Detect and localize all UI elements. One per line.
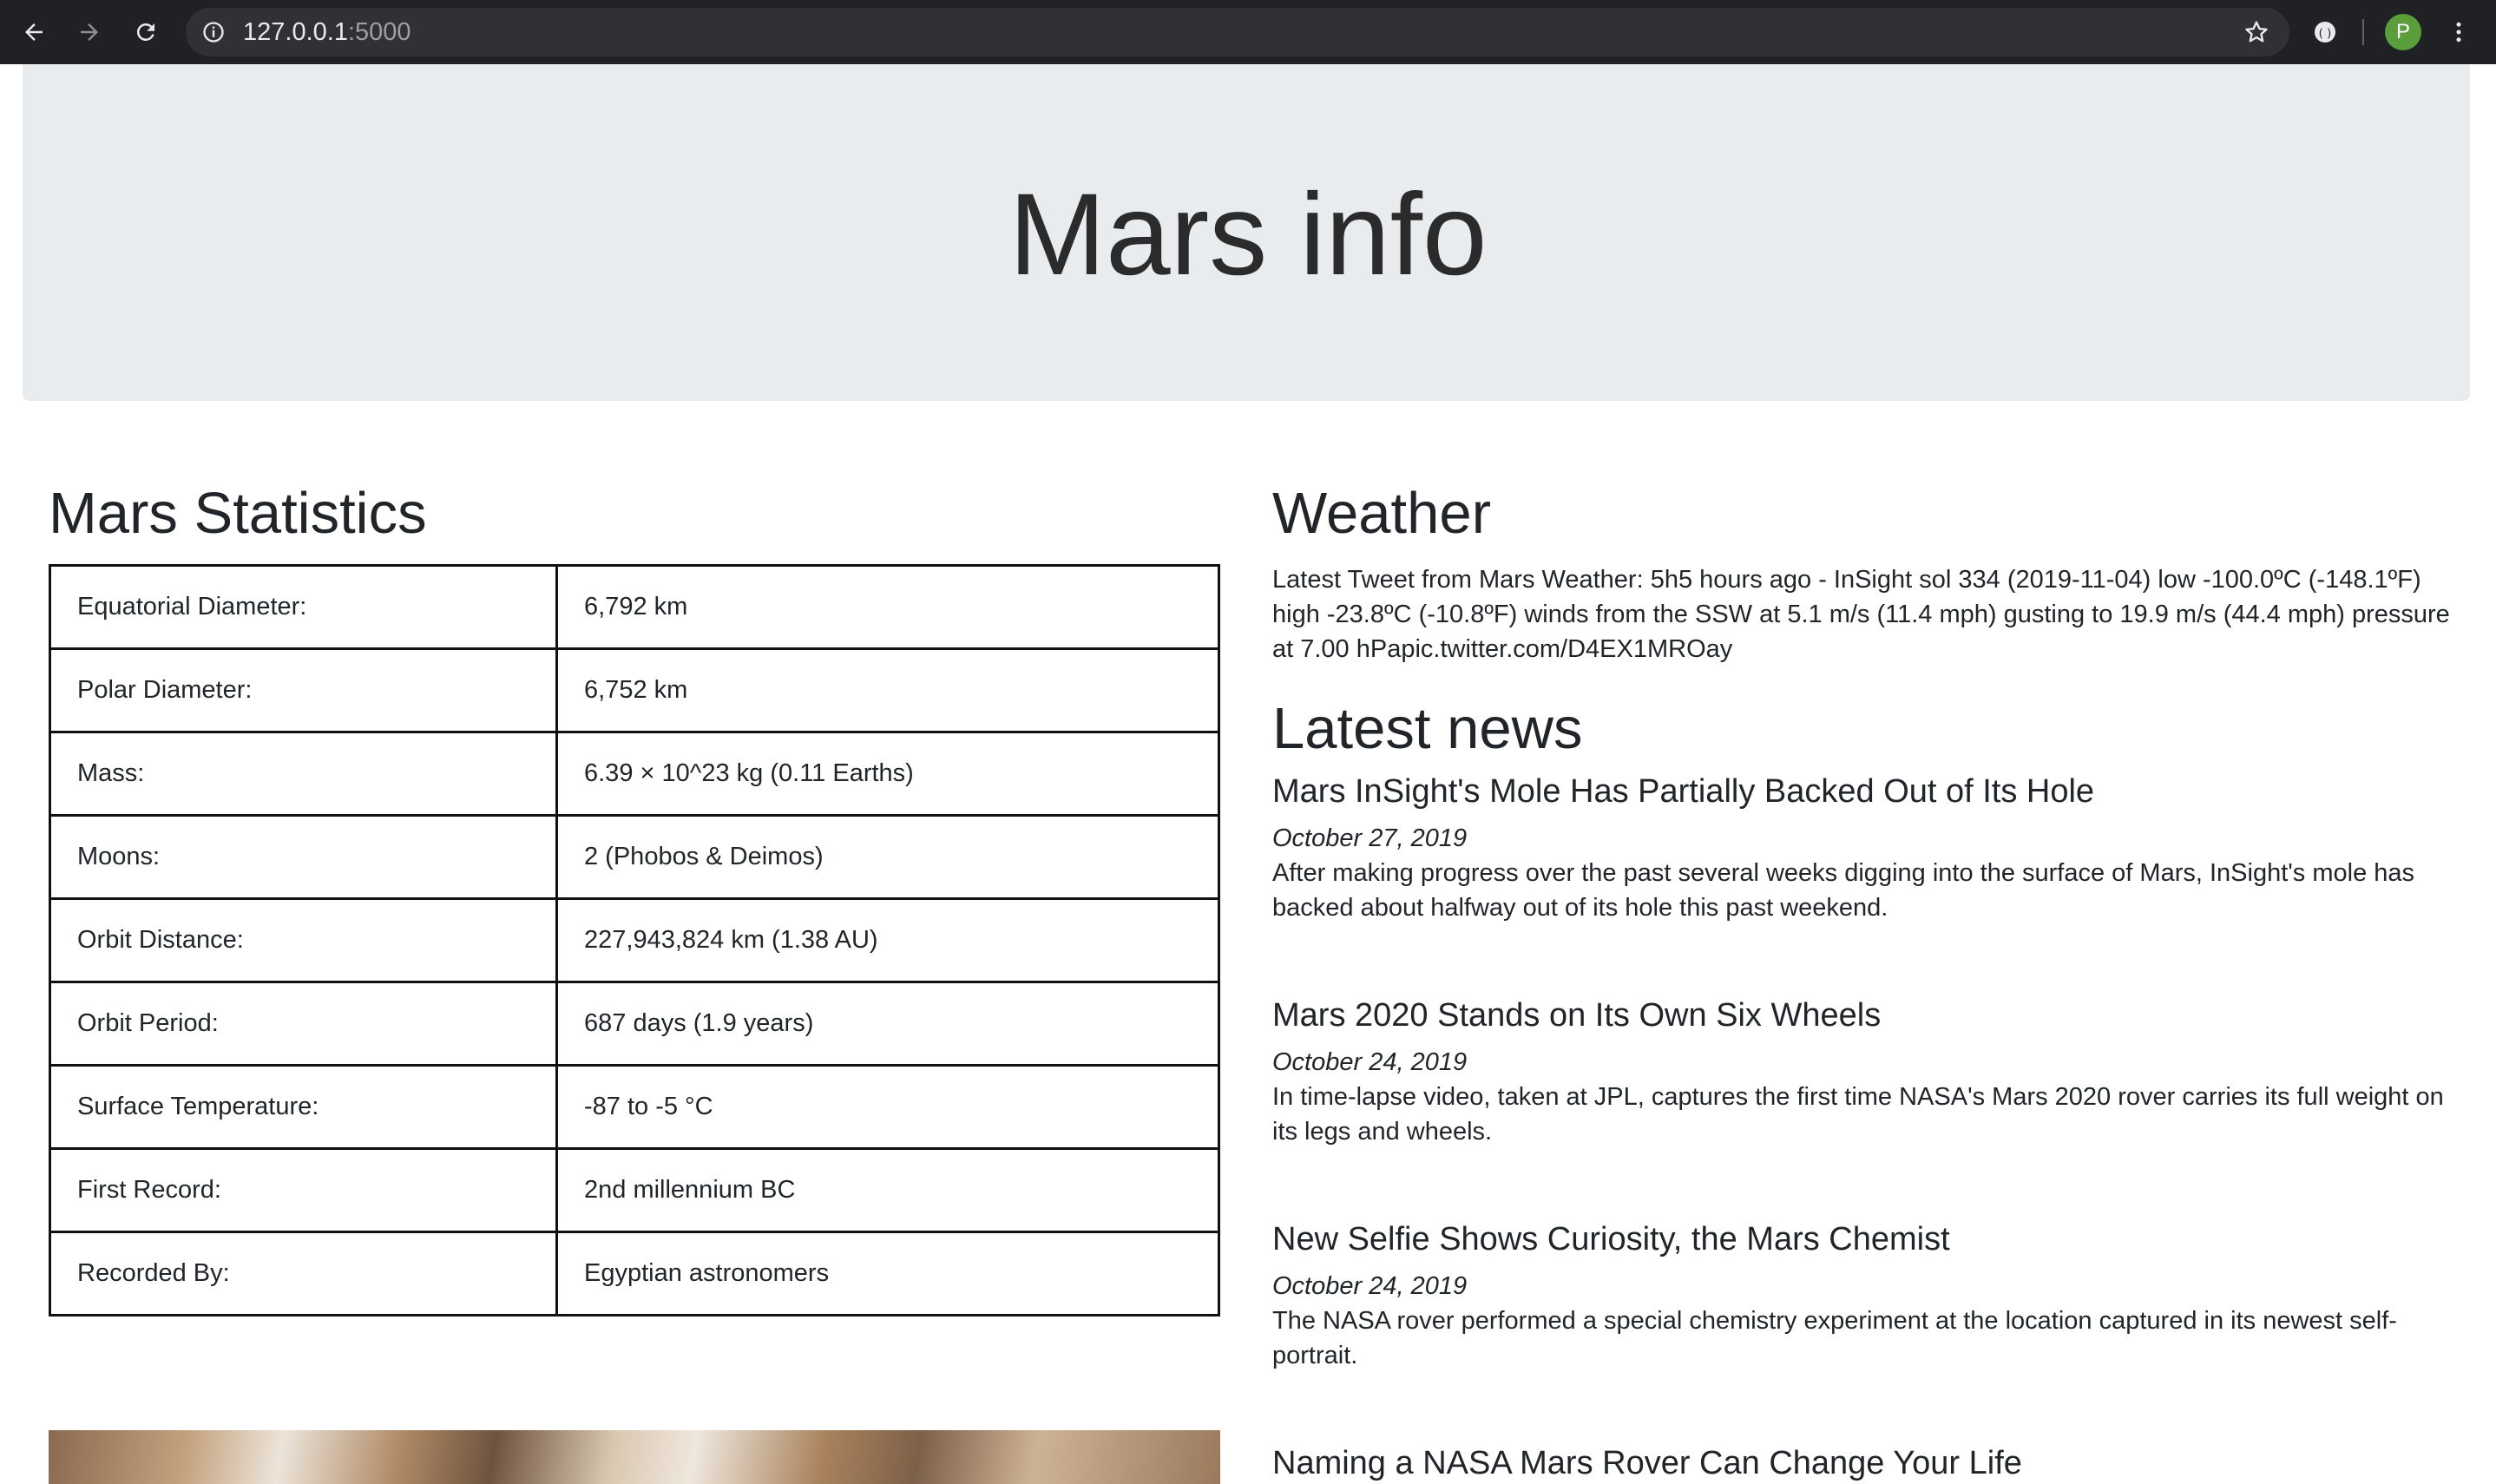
table-row: Surface Temperature: -87 to -5 °C (49, 1064, 1220, 1150)
table-row: Equatorial Diameter: 6,792 km (49, 564, 1220, 650)
news-teaser: After making progress over the past seve… (1272, 859, 2415, 922)
news-item: New Selfie Shows Curiosity, the Mars Che… (1272, 1218, 2453, 1369)
mars-hemisphere-image (49, 1430, 1220, 1484)
news-item: Mars 2020 Stands on Its Own Six Wheels O… (1272, 995, 2453, 1146)
weather-heading: Weather (1272, 481, 1492, 546)
fact-value: 6,752 km (555, 647, 1220, 733)
fact-value: 6,792 km (555, 564, 1220, 650)
extension-button[interactable]: ( ) (2305, 12, 2345, 52)
news-teaser: In time-lapse video, taken at JPL, captu… (1272, 1083, 2444, 1146)
forward-button[interactable] (69, 12, 109, 52)
extension-icon: ( ) (2315, 22, 2335, 43)
news-headline: New Selfie Shows Curiosity, the Mars Che… (1272, 1221, 1950, 1257)
toolbar-separator (2362, 19, 2364, 45)
table-row: Recorded By: Egyptian astronomers (49, 1231, 1220, 1317)
statistics-heading: Mars Statistics (49, 481, 427, 546)
news-headline: Naming a NASA Mars Rover Can Change Your… (1272, 1445, 2022, 1481)
forward-arrow-icon (81, 23, 98, 41)
table-row: Orbit Period: 687 days (1.9 years) (49, 981, 1220, 1067)
weather-news-section: Weather Latest Tweet from Mars Weather: … (1272, 479, 2453, 1481)
page-title: Mars info (1008, 170, 1488, 299)
fact-value: 687 days (1.9 years) (555, 981, 1220, 1067)
back-button[interactable] (14, 12, 54, 52)
reload-button[interactable] (126, 12, 166, 52)
statistics-section: Mars Statistics Equatorial Diameter: 6,7… (49, 479, 1220, 1317)
news-date: October 24, 2019 (1272, 1272, 1468, 1300)
table-row: Polar Diameter: 6,752 km (49, 647, 1220, 733)
fact-value: Egyptian astronomers (555, 1231, 1220, 1317)
browser-toolbar: 127.0.0.1:5000 ( ) P (0, 0, 2496, 64)
svg-text:( ): ( ) (2319, 27, 2332, 40)
fact-label: First Record: (49, 1147, 558, 1233)
bookmark-star-icon[interactable] (2243, 18, 2270, 46)
fact-label: Orbit Period: (49, 981, 558, 1067)
reload-icon (136, 23, 154, 41)
url-port: :5000 (347, 18, 411, 46)
fact-label: Moons: (49, 814, 558, 900)
info-icon (203, 22, 224, 43)
table-row: Orbit Distance: 227,943,824 km (1.38 AU) (49, 897, 1220, 983)
fact-label: Equatorial Diameter: (49, 564, 558, 650)
back-arrow-icon (25, 23, 43, 41)
fact-value: 2nd millennium BC (555, 1147, 1220, 1233)
url-host: 127.0.0.1 (243, 18, 348, 46)
fact-label: Polar Diameter: (49, 647, 558, 733)
news-date: October 27, 2019 (1272, 824, 1468, 852)
fact-value: 6.39 × 10^23 kg (0.11 Earths) (555, 731, 1220, 817)
more-vert-icon (2456, 22, 2461, 43)
news-heading: Latest news (1272, 696, 1583, 761)
fact-value: -87 to -5 °C (555, 1064, 1220, 1150)
news-item: Naming a NASA Mars Rover Can Change Your… (1272, 1442, 2453, 1484)
news-headline: Mars 2020 Stands on Its Own Six Wheels (1272, 997, 1882, 1034)
fact-label: Mass: (49, 731, 558, 817)
news-headline: Mars InSight's Mole Has Partially Backed… (1272, 773, 2095, 810)
menu-button[interactable] (2439, 12, 2479, 52)
fact-label: Recorded By: (49, 1231, 558, 1317)
table-row: First Record: 2nd millennium BC (49, 1147, 1220, 1233)
fact-label: Orbit Distance: (49, 897, 558, 983)
fact-value: 227,943,824 km (1.38 AU) (555, 897, 1220, 983)
table-row: Moons: 2 (Phobos & Deimos) (49, 814, 1220, 900)
address-bar[interactable]: 127.0.0.1:5000 (186, 8, 2289, 56)
fact-value: 2 (Phobos & Deimos) (555, 814, 1220, 900)
fact-label: Surface Temperature: (49, 1064, 558, 1150)
news-date: October 24, 2019 (1272, 1048, 1468, 1076)
url-text: 127.0.0.1:5000 (243, 19, 411, 45)
news-item: Mars InSight's Mole Has Partially Backed… (1272, 771, 2453, 922)
news-teaser: The NASA rover performed a special chemi… (1272, 1307, 2397, 1369)
mars-facts-table: Equatorial Diameter: 6,792 km Polar Diam… (49, 564, 1220, 1317)
profile-avatar[interactable]: P (2385, 14, 2421, 50)
weather-tweet: Latest Tweet from Mars Weather: 5h5 hour… (1272, 566, 2450, 663)
table-row: Mass: 6.39 × 10^23 kg (0.11 Earths) (49, 731, 1220, 817)
